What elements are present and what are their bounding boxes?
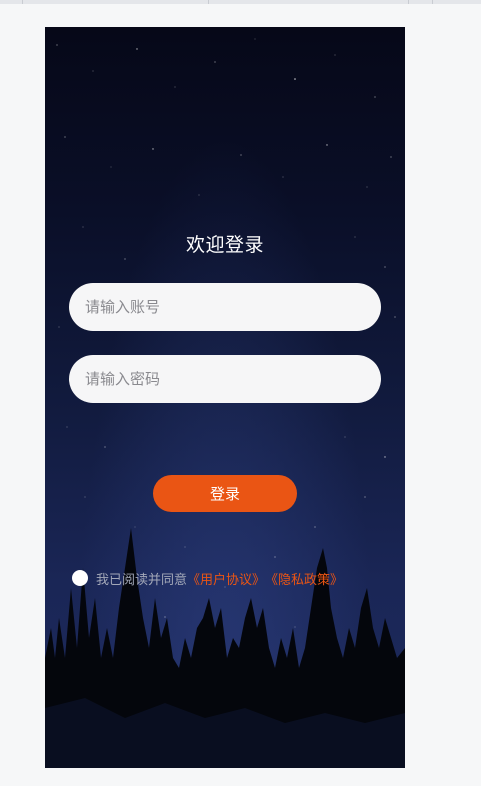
strip-divider (22, 0, 23, 4)
password-field[interactable] (69, 355, 381, 403)
strip-divider (408, 0, 409, 4)
password-input[interactable] (69, 355, 381, 403)
strip-divider (432, 0, 433, 4)
login-screen: 欢迎登录 登录 我已阅读并同意 《用户协议》 《隐私政策》 (45, 27, 405, 768)
browser-top-strip (0, 0, 481, 4)
welcome-title: 欢迎登录 (185, 234, 264, 256)
login-button[interactable]: 登录 (153, 475, 297, 512)
account-field[interactable] (69, 283, 381, 331)
agreement-text: 我已阅读并同意 (96, 572, 188, 588)
account-input[interactable] (69, 283, 381, 331)
user-agreement-link[interactable]: 《用户协议》 (187, 569, 265, 588)
agree-radio-icon[interactable] (72, 570, 88, 586)
privacy-policy-link[interactable]: 《隐私政策》 (265, 569, 343, 588)
forest-silhouette (45, 528, 405, 768)
strip-divider (208, 0, 209, 4)
agreement-row: 我已阅读并同意 《用户协议》 《隐私政策》 (72, 568, 343, 588)
